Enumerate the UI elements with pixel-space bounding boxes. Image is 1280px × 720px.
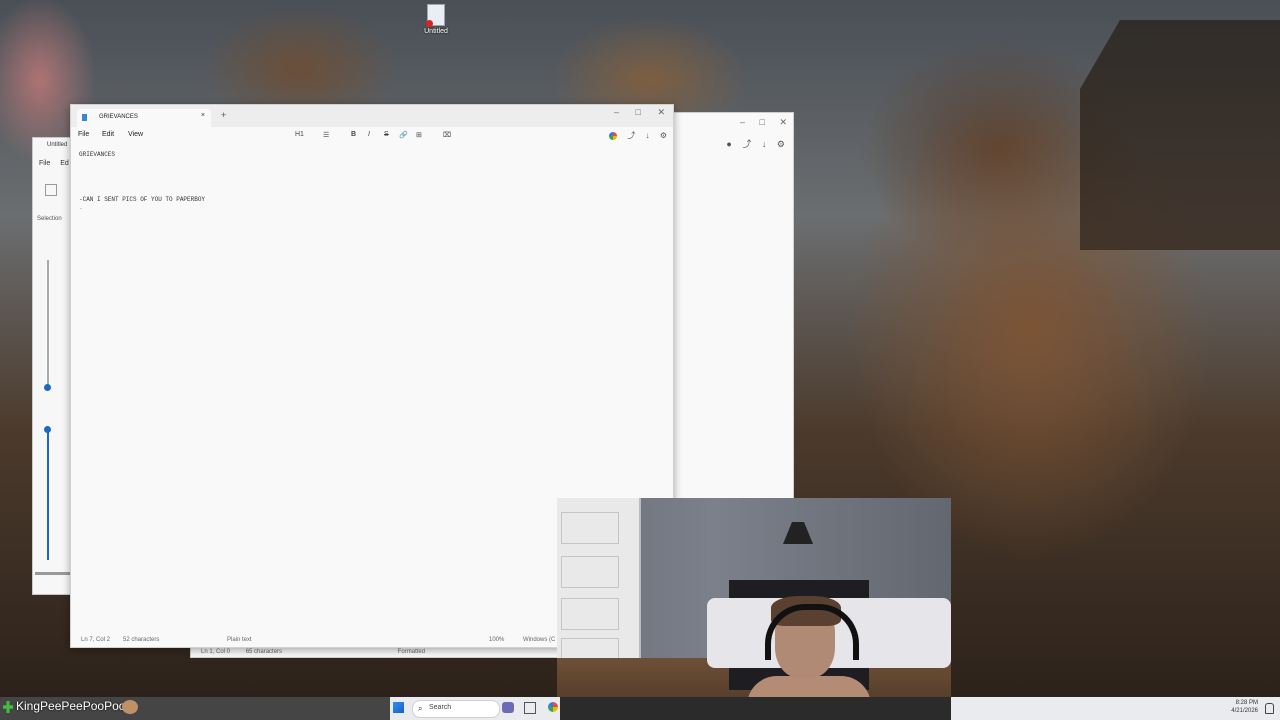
maximize-icon[interactable]: □ (636, 107, 641, 117)
size-slider-thumb[interactable] (44, 384, 51, 391)
tab-close-icon[interactable]: × (201, 112, 205, 119)
taskbar-center: ⌕ Search (390, 697, 560, 720)
back-status-format: Formatted (397, 649, 426, 655)
webcam-door (557, 498, 641, 670)
plus-icon (3, 701, 13, 713)
task-view-icon[interactable] (502, 702, 514, 713)
back-window-captions: – □ ✕ (728, 117, 787, 128)
size-slider-track[interactable] (47, 260, 49, 390)
document-icon (426, 4, 445, 27)
close-icon[interactable]: ✕ (657, 107, 665, 117)
copilot-icon[interactable]: ● (726, 139, 731, 149)
menu-file[interactable]: File (78, 131, 89, 138)
clock-date: 4/21/2026 (1231, 708, 1258, 714)
download-icon[interactable]: ↓ (646, 131, 650, 140)
webcam-overlay (557, 498, 951, 720)
status-characters: 52 characters (123, 637, 160, 643)
paint-menu-edit[interactable]: Ed (60, 160, 69, 167)
notification-bell-icon[interactable] (1265, 703, 1274, 714)
bold-button[interactable]: B (351, 131, 356, 138)
window-captions: – □ ✕ (600, 107, 665, 118)
status-line-ending: Windows (C (523, 637, 556, 643)
back-status-chars: 65 characters (245, 649, 283, 655)
close-icon[interactable]: ✕ (779, 117, 787, 127)
strikethrough-button[interactable]: S (384, 131, 389, 138)
maximize-icon[interactable]: □ (760, 117, 765, 127)
wallpaper-pagoda (1080, 20, 1280, 250)
copilot-icon[interactable] (548, 702, 558, 712)
tab-bar: GRIEVANCES × + – □ ✕ (71, 105, 673, 127)
right-toolbar: ⤴ ↓ ⚙ (601, 130, 667, 141)
minimize-icon[interactable]: – (614, 107, 619, 117)
back-window-toolbar: ● ⤴ ↓ ⚙ (718, 137, 785, 150)
tab-grievances[interactable]: GRIEVANCES × (77, 109, 211, 127)
tab-title: GRIEVANCES (99, 114, 138, 120)
download-icon[interactable]: ↓ (762, 139, 767, 149)
selection-icon[interactable] (45, 184, 57, 196)
link-icon[interactable]: 🔗 (399, 131, 408, 139)
desktop-file-icon[interactable]: Untitled (422, 4, 450, 35)
selection-label: Selection (37, 216, 62, 222)
gear-icon[interactable]: ⚙ (660, 131, 667, 140)
editor-line: - (79, 205, 83, 212)
clock-time: 8:28 PM (1235, 700, 1258, 706)
search-placeholder: Search (429, 704, 452, 711)
notepad-icon (82, 114, 87, 121)
clear-format-icon[interactable]: ⌧ (443, 131, 451, 139)
menu-view[interactable]: View (128, 131, 143, 138)
menu-edit[interactable]: Edit (102, 131, 114, 138)
file-explorer-icon[interactable] (524, 702, 536, 714)
system-tray: 8:28 PM 4/21/2026 (951, 697, 1280, 720)
opacity-slider-track[interactable] (47, 430, 49, 560)
search-icon: ⌕ (418, 704, 423, 713)
back-status-bar: Ln 1, Col 0 65 characters Formatted (201, 649, 439, 655)
editor-line: GRIEVANCES (79, 151, 116, 158)
emote-icon (122, 700, 138, 714)
new-tab-button[interactable]: + (221, 110, 226, 120)
share-icon[interactable]: ⤴ (627, 131, 635, 140)
italic-button[interactable]: I (368, 131, 370, 138)
share-icon[interactable]: ⤴ (742, 139, 751, 149)
back-status-position: Ln 1, Col 0 (201, 649, 231, 655)
opacity-slider-thumb[interactable] (44, 426, 51, 433)
status-zoom[interactable]: 100% (489, 637, 504, 643)
minimize-icon[interactable]: – (740, 117, 745, 127)
editor-line: -CAN I SENT PICS OF YOU TO PAPERBOY (79, 196, 206, 203)
headphones-icon (765, 604, 859, 660)
chat-username: KingPeePeePooPoo : (16, 699, 133, 713)
status-position: Ln 7, Col 2 (81, 637, 111, 643)
list-icon[interactable]: ☰ (323, 131, 329, 139)
heading-dropdown[interactable]: H1 (295, 131, 304, 138)
horizontal-scrollbar[interactable] (35, 572, 71, 575)
table-icon[interactable]: ⊞ (416, 131, 422, 139)
paint-menu-file[interactable]: File (39, 160, 50, 167)
gear-icon[interactable]: ⚙ (777, 139, 785, 149)
windows-start-icon[interactable] (393, 702, 404, 713)
menu-bar: File Edit View H1 ☰ B I S 🔗 ⊞ ⌧ ⤴ ↓ ⚙ (71, 127, 673, 145)
copilot-icon[interactable] (609, 131, 618, 140)
taskbar-search[interactable]: ⌕ Search (412, 700, 500, 718)
status-format[interactable]: Plain text (227, 637, 252, 643)
desktop-icon-label: Untitled (424, 28, 448, 35)
clock[interactable]: 8:28 PM 4/21/2026 (1231, 699, 1258, 715)
chat-overlay: KingPeePeePooPoo : (0, 697, 390, 720)
